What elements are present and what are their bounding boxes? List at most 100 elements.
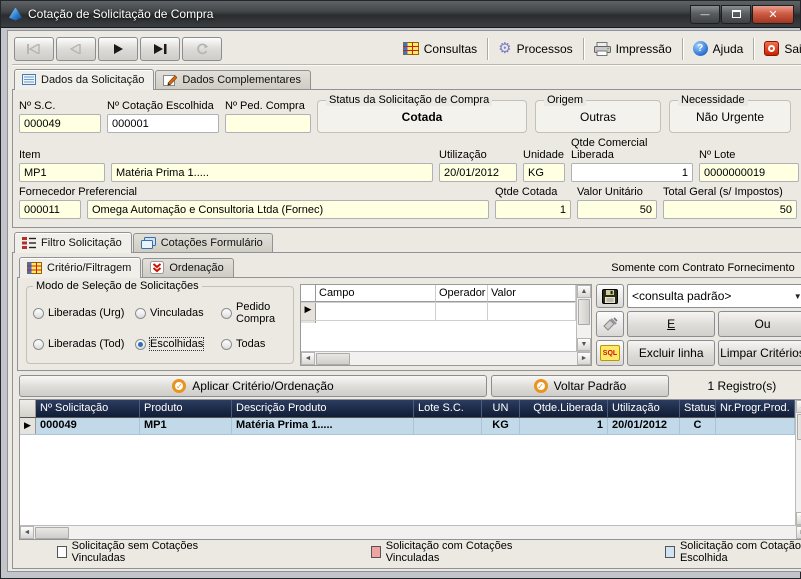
reset-default-button[interactable]: ✓ Voltar Padrão bbox=[491, 375, 669, 397]
necessidade-groupbox: Necessidade Não Urgente bbox=[669, 100, 791, 133]
tab-dados-solicitacao[interactable]: Dados da Solicitação bbox=[14, 69, 154, 90]
criteria-grid-row[interactable]: ▶ bbox=[301, 303, 576, 321]
col-utilizacao[interactable]: Utilização bbox=[608, 400, 680, 417]
apply-criteria-button[interactable]: ✓ Aplicar Critério/Ordenação bbox=[19, 375, 487, 397]
unidade-field[interactable]: KG bbox=[523, 163, 565, 182]
item-desc-field[interactable]: Matéria Prima 1..... bbox=[111, 163, 433, 182]
col-nr-progr-prod[interactable]: Nr.Progr.Prod. bbox=[716, 400, 795, 417]
tab-filtro-solicitacao[interactable]: Filtro Solicitação bbox=[14, 232, 132, 253]
consultas-button[interactable]: Consultas bbox=[393, 37, 487, 61]
results-hscrollbar[interactable]: ◄ ► bbox=[20, 525, 801, 539]
total-geral-field[interactable]: 50 bbox=[663, 200, 797, 219]
toolbar: Consultas ⚙ Processos Impressão ? Ajuda bbox=[12, 33, 801, 65]
col-operador[interactable]: Operador bbox=[436, 285, 488, 302]
col-un[interactable]: UN bbox=[482, 400, 520, 417]
tab-dados-complementares[interactable]: Dados Complementares bbox=[155, 70, 311, 89]
radio-icon bbox=[135, 308, 146, 319]
nav-refresh-button[interactable] bbox=[182, 37, 222, 61]
radio-todas[interactable]: Todas bbox=[221, 338, 289, 350]
legend-sem-cotacoes: Solicitação sem Cotações Vinculadas bbox=[57, 540, 211, 564]
col-valor[interactable]: Valor bbox=[488, 285, 576, 302]
radio-liberadas-tod[interactable]: Liberadas (Tod) bbox=[33, 338, 135, 350]
col-n-solicitacao[interactable]: Nº Solicitação bbox=[36, 400, 140, 417]
minimize-button[interactable]: — bbox=[690, 5, 720, 24]
nav-next-button[interactable] bbox=[98, 37, 138, 61]
query-preset-dropdown[interactable]: <consulta padrão> ▼ bbox=[627, 284, 801, 308]
nav-last-button[interactable] bbox=[140, 37, 180, 61]
scroll-right-icon[interactable]: ► bbox=[577, 352, 591, 365]
results-vscrollbar[interactable]: ▲ ▼ bbox=[795, 400, 801, 525]
clear-criteria-button[interactable]: Limpar Critérios bbox=[718, 340, 801, 366]
item-label: Item bbox=[19, 149, 105, 161]
col-status[interactable]: Status bbox=[680, 400, 716, 417]
dropdown-arrow-icon: ▼ bbox=[794, 292, 801, 301]
scroll-thumb[interactable] bbox=[797, 414, 801, 440]
scroll-thumb[interactable] bbox=[578, 299, 590, 325]
table-row[interactable]: ▶ 000049 MP1 Matéria Prima 1..... KG 1 2… bbox=[20, 418, 795, 435]
tab-ordenacao[interactable]: Ordenação bbox=[142, 258, 233, 277]
reset-check-icon: ✓ bbox=[534, 379, 548, 393]
item-code-field[interactable]: MP1 bbox=[19, 163, 105, 182]
col-produto[interactable]: Produto bbox=[140, 400, 232, 417]
col-campo[interactable]: Campo bbox=[316, 285, 436, 302]
ped-compra-field[interactable] bbox=[225, 114, 311, 133]
tab-criterio-filtragem[interactable]: Critério/Filtragem bbox=[19, 257, 141, 278]
radio-liberadas-urg[interactable]: Liberadas (Urg) bbox=[33, 301, 135, 325]
filter-tabs: Filtro Solicitação Cotações Formulário bbox=[12, 231, 801, 252]
impressao-button[interactable]: Impressão bbox=[584, 37, 682, 61]
maximize-button[interactable] bbox=[721, 5, 751, 24]
nav-prev-button[interactable] bbox=[56, 37, 96, 61]
criteria-vscrollbar[interactable]: ▲ ▼ bbox=[576, 285, 591, 351]
valor-unitario-label: Valor Unitário bbox=[577, 186, 657, 198]
col-lote-sc[interactable]: Lote S.C. bbox=[414, 400, 482, 417]
nav-first-button[interactable] bbox=[14, 37, 54, 61]
ajuda-button[interactable]: ? Ajuda bbox=[683, 37, 754, 61]
and-button[interactable]: E bbox=[627, 311, 715, 337]
clear-filter-button[interactable] bbox=[596, 311, 624, 337]
tab-cotacoes-formulario[interactable]: Cotações Formulário bbox=[133, 233, 273, 252]
scroll-down-icon[interactable]: ▼ bbox=[796, 512, 801, 525]
qtde-comercial-field[interactable]: 1 bbox=[571, 163, 693, 182]
qtde-cotada-field[interactable]: 1 bbox=[495, 200, 571, 219]
filter-list-icon bbox=[22, 237, 36, 249]
processos-button[interactable]: ⚙ Processos bbox=[488, 37, 582, 61]
fornecedor-name-field[interactable]: Omega Automação e Consultoria Ltda (Forn… bbox=[87, 200, 489, 219]
or-button[interactable]: Ou bbox=[718, 311, 801, 337]
radio-vinculadas[interactable]: Vinculadas bbox=[135, 301, 221, 325]
scroll-thumb[interactable] bbox=[316, 353, 350, 365]
solicitacao-form: Nº S.C. 000049 Nº Cotação Escolhida 0000… bbox=[12, 89, 801, 228]
cotacao-escolhida-field[interactable]: 000001 bbox=[107, 114, 219, 133]
valor-unitario-field[interactable]: 50 bbox=[577, 200, 657, 219]
nsc-field[interactable]: 000049 bbox=[19, 114, 101, 133]
radio-icon bbox=[221, 308, 232, 319]
close-button[interactable]: ✕ bbox=[752, 5, 794, 24]
col-descricao-produto[interactable]: Descrição Produto bbox=[232, 400, 414, 417]
sair-button[interactable]: Sair bbox=[754, 37, 801, 61]
scroll-down-icon[interactable]: ▼ bbox=[577, 338, 591, 351]
legend: Solicitação sem Cotações Vinculadas Soli… bbox=[17, 540, 801, 564]
necessidade-label: Necessidade bbox=[678, 94, 748, 106]
lote-field[interactable]: 0000000019 bbox=[699, 163, 799, 182]
utilizacao-field[interactable]: 20/01/2012 bbox=[439, 163, 517, 182]
window-frame: Consultas ⚙ Processos Impressão ? Ajuda bbox=[1, 28, 800, 578]
tab-label: Dados da Solicitação bbox=[41, 74, 144, 86]
scroll-left-icon[interactable]: ◄ bbox=[301, 352, 315, 365]
sql-button[interactable]: SQL bbox=[596, 340, 624, 366]
scroll-up-icon[interactable]: ▲ bbox=[796, 400, 801, 413]
save-query-button[interactable] bbox=[596, 284, 624, 308]
action-row: ✓ Aplicar Critério/Ordenação ✓ Voltar Pa… bbox=[19, 375, 801, 397]
delete-row-button[interactable]: Excluir linha bbox=[627, 340, 715, 366]
radio-pedido-compra[interactable]: Pedido Compra bbox=[221, 301, 289, 325]
scroll-right-icon[interactable]: ► bbox=[796, 526, 801, 539]
next-record-icon bbox=[112, 44, 124, 54]
radio-escolhidas[interactable]: Escolhidas bbox=[135, 338, 221, 350]
scroll-thumb[interactable] bbox=[35, 527, 69, 539]
scroll-left-icon[interactable]: ◄ bbox=[20, 526, 34, 539]
query-preset-value: <consulta padrão> bbox=[632, 289, 731, 303]
total-geral-label: Total Geral (s/ Impostos) bbox=[663, 186, 797, 198]
selection-mode-title: Modo de Seleção de Solicitações bbox=[33, 280, 202, 292]
col-qtde-liberada[interactable]: Qtde.Liberada bbox=[520, 400, 608, 417]
criteria-hscrollbar[interactable]: ◄ ► bbox=[301, 351, 591, 365]
fornecedor-code-field[interactable]: 000011 bbox=[19, 200, 81, 219]
scroll-up-icon[interactable]: ▲ bbox=[577, 285, 591, 298]
